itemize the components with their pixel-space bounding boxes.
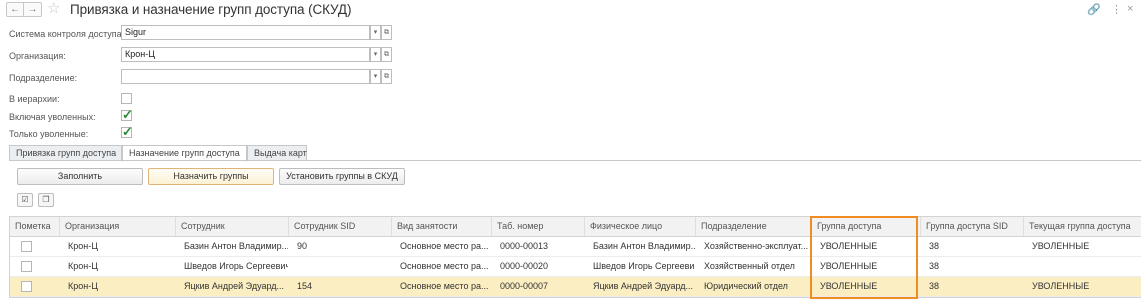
- cell-tab-number: 0000-00007: [500, 281, 549, 291]
- cell-employee: Базин Антон Владимир...: [184, 241, 288, 251]
- col-org[interactable]: Организация: [59, 217, 175, 236]
- cell-access-group: УВОЛЕННЫЕ: [820, 241, 878, 251]
- open-form-icon[interactable]: ⧉: [381, 25, 392, 40]
- title-bar: ← → ☆ Привязка и назначение групп доступ…: [0, 0, 1141, 20]
- favorite-star-icon[interactable]: ☆: [47, 0, 60, 18]
- row-mark-checkbox[interactable]: [21, 241, 32, 252]
- tab-divider: [9, 160, 1141, 161]
- tab-issue-cards[interactable]: Выдача карт: [247, 145, 307, 161]
- dept-field[interactable]: [121, 69, 370, 84]
- col-access-group[interactable]: Группа доступа: [811, 217, 920, 236]
- cell-tab-number: 0000-00020: [500, 261, 549, 271]
- open-form-icon[interactable]: ⧉: [381, 47, 392, 62]
- cell-access-group-sid: 38: [929, 281, 940, 291]
- only-fired-label: Только уволенные:: [9, 129, 89, 139]
- cell-employment: Основное место ра...: [400, 261, 489, 271]
- col-tab-number[interactable]: Таб. номер: [491, 217, 584, 236]
- table-row[interactable]: Крон-Ц Шведов Игорь Сергеевич Основное м…: [10, 257, 1141, 277]
- cell-person: Яцкив Андрей Эдуард...: [593, 281, 694, 291]
- include-fired-label: Включая уволенных:: [9, 112, 96, 122]
- col-employee-sid[interactable]: Сотрудник SID: [288, 217, 391, 236]
- org-field[interactable]: Крон-Ц: [121, 47, 370, 62]
- page-title: Привязка и назначение групп доступа (СКУ…: [70, 2, 352, 17]
- cell-person: Базин Антон Владимир...: [593, 241, 695, 251]
- dropdown-arrow-icon[interactable]: ▾: [370, 47, 381, 62]
- system-field[interactable]: Sigur: [121, 25, 370, 40]
- cell-tab-number: 0000-00013: [500, 241, 549, 251]
- dropdown-arrow-icon[interactable]: ▾: [370, 25, 381, 40]
- table-row[interactable]: Крон-Ц Базин Антон Владимир... 90 Основн…: [10, 237, 1141, 257]
- cell-employee-sid: 90: [297, 241, 308, 251]
- cell-department: Юридический отдел: [704, 281, 788, 291]
- dropdown-arrow-icon[interactable]: ▾: [370, 69, 381, 84]
- close-icon[interactable]: ×: [1127, 3, 1133, 15]
- copy-icon[interactable]: ❐: [38, 193, 54, 207]
- fill-button[interactable]: Заполнить: [17, 168, 143, 185]
- cell-current-group: УВОЛЕННЫЕ: [1032, 241, 1090, 251]
- cell-org: Крон-Ц: [68, 261, 98, 271]
- row-mark-checkbox[interactable]: [21, 281, 32, 292]
- assign-groups-button[interactable]: Назначить группы: [148, 168, 274, 185]
- set-groups-button[interactable]: Установить группы в СКУД: [279, 168, 405, 185]
- org-label: Организация:: [9, 51, 66, 61]
- system-label: Система контроля доступа:: [9, 29, 125, 39]
- cell-department: Хозяйственно-эксплуат...: [704, 241, 809, 251]
- cell-employment: Основное место ра...: [400, 281, 489, 291]
- cell-org: Крон-Ц: [68, 241, 98, 251]
- col-access-group-sid[interactable]: Группа доступа SID: [920, 217, 1023, 236]
- cell-org: Крон-Ц: [68, 281, 98, 291]
- cell-department: Хозяйственный отдел: [704, 261, 795, 271]
- forward-arrow-icon[interactable]: →: [24, 2, 42, 17]
- cell-access-group-sid: 38: [929, 261, 940, 271]
- cell-employee: Шведов Игорь Сергеевич: [184, 261, 288, 271]
- cell-person: Шведов Игорь Сергеевич: [593, 261, 695, 271]
- employees-table: Пометка Организация Сотрудник Сотрудник …: [9, 216, 1141, 298]
- cell-employee-sid: 154: [297, 281, 313, 291]
- table-header: Пометка Организация Сотрудник Сотрудник …: [10, 217, 1141, 237]
- cell-employee-sid: [292, 257, 391, 276]
- tab-binding-groups[interactable]: Привязка групп доступа: [9, 145, 122, 161]
- col-employee[interactable]: Сотрудник: [175, 217, 288, 236]
- col-current-group[interactable]: Текущая группа доступа: [1023, 217, 1141, 236]
- dept-label: Подразделение:: [9, 73, 78, 83]
- more-menu-icon[interactable]: ⋮: [1111, 3, 1122, 16]
- select-all-icon[interactable]: ☑: [17, 193, 33, 207]
- cell-employee: Яцкив Андрей Эдуард...: [184, 281, 285, 291]
- table-row-selected[interactable]: Крон-Ц Яцкив Андрей Эдуард... 154 Основн…: [10, 277, 1141, 297]
- hierarchy-checkbox[interactable]: [121, 93, 132, 104]
- col-employment[interactable]: Вид занятости: [391, 217, 491, 236]
- row-mark-checkbox[interactable]: [21, 261, 32, 272]
- back-arrow-icon[interactable]: ←: [6, 2, 24, 17]
- cell-employment: Основное место ра...: [400, 241, 489, 251]
- cell-current-group: [1027, 257, 1141, 276]
- col-department[interactable]: Подразделение: [695, 217, 811, 236]
- col-person[interactable]: Физическое лицо: [584, 217, 695, 236]
- open-form-icon[interactable]: ⧉: [381, 69, 392, 84]
- only-fired-checkbox[interactable]: [121, 124, 133, 140]
- col-mark[interactable]: Пометка: [10, 217, 59, 236]
- hierarchy-label: В иерархии:: [9, 94, 60, 104]
- link-icon[interactable]: 🔗: [1087, 3, 1101, 16]
- cell-current-group: УВОЛЕННЫЕ: [1032, 281, 1090, 291]
- cell-access-group-sid: 38: [929, 241, 940, 251]
- cell-access-group: УВОЛЕННЫЕ: [820, 281, 878, 291]
- include-fired-checkbox[interactable]: [121, 107, 133, 123]
- cell-access-group: УВОЛЕННЫЕ: [820, 261, 878, 271]
